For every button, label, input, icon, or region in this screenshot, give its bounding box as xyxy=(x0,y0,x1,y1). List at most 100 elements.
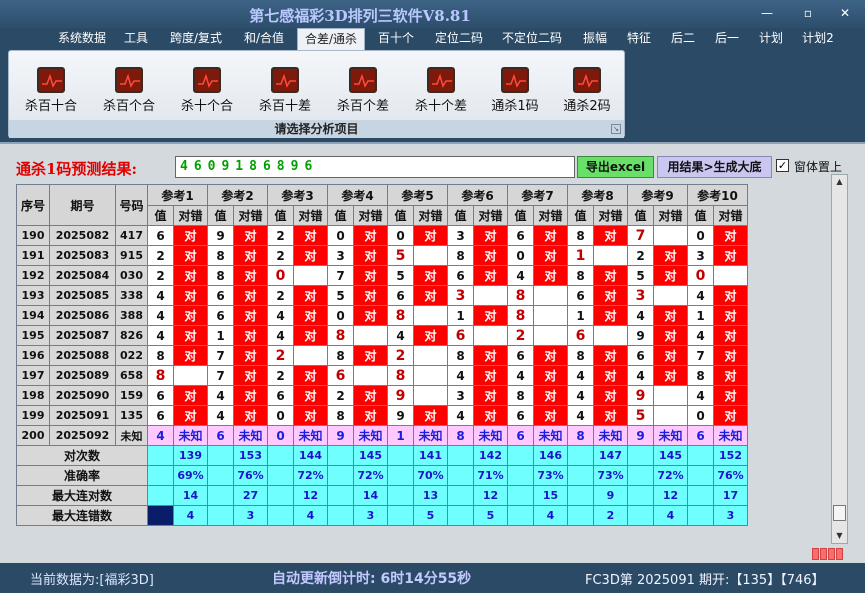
col-header-value[interactable]: 值 xyxy=(207,205,234,226)
hit-cell: 对 xyxy=(713,405,748,426)
tool-kill-bg-sum[interactable]: 杀百个合 xyxy=(93,67,165,117)
vertical-scrollbar[interactable]: ▲ ▼ xyxy=(831,174,848,544)
value-cell: 3 xyxy=(447,225,474,246)
menu-system-data[interactable]: 系统数据 xyxy=(50,28,114,50)
stats-value: 142 xyxy=(473,445,508,466)
tool-kill-bs-diff[interactable]: 杀百十差 xyxy=(249,67,321,117)
col-header-ref[interactable]: 参考2 xyxy=(207,184,268,206)
col-header-value[interactable]: 值 xyxy=(507,205,534,226)
menu-position-two[interactable]: 定位二码 xyxy=(428,28,490,50)
col-header-seq[interactable]: 序号 xyxy=(16,184,50,226)
value-cell: 2 xyxy=(507,325,534,346)
col-header-ref[interactable]: 参考4 xyxy=(327,184,388,206)
export-excel-button[interactable]: 导出excel xyxy=(577,156,654,178)
table-row[interactable]: 196 2025088 022 8 对 7 对 2 8 对 2 8 对 6 对 8 对 6 对 7 对 xyxy=(16,345,748,366)
value-cell: 3 xyxy=(447,385,474,406)
stats-spacer xyxy=(627,465,654,486)
menu-nonposition-two[interactable]: 不定位二码 xyxy=(496,28,568,50)
tool-kill-sg-diff[interactable]: 杀十个差 xyxy=(405,67,477,117)
col-header-hit[interactable]: 对错 xyxy=(593,205,628,226)
table-row[interactable]: 192 2025084 030 2 对 8 对 0 7 对 5 对 6 对 4 对 8 对 5 对 0 xyxy=(16,265,748,286)
col-header-hit[interactable]: 对错 xyxy=(653,205,688,226)
menu-features[interactable]: 特征 xyxy=(620,28,658,50)
menu-amplitude[interactable]: 振幅 xyxy=(576,28,614,50)
tool-kill-sg-sum[interactable]: 杀十个合 xyxy=(171,67,243,117)
pending-row[interactable]: 200 2025092 未知 4 未知 6 未知 0 未知 9 未知 1 未知 8 未知 6 未知 8 未知 9 未知 6… xyxy=(16,425,748,446)
menu-diff-kill[interactable]: 合差/通杀 xyxy=(297,28,365,50)
col-header-value[interactable]: 值 xyxy=(627,205,654,226)
menu-last-one[interactable]: 后一 xyxy=(708,28,746,50)
col-header-ref[interactable]: 参考9 xyxy=(627,184,688,206)
col-header-hit[interactable]: 对错 xyxy=(533,205,568,226)
stats-spacer xyxy=(627,485,654,506)
hit-cell xyxy=(413,385,448,406)
table-row[interactable]: 191 2025083 915 2 对 8 对 2 对 3 对 5 8 对 0 对 1 2 对 3 对 xyxy=(16,245,748,266)
menu-span-multi[interactable]: 跨度/复式 xyxy=(162,28,230,50)
minimize-button[interactable]: — xyxy=(756,4,778,22)
value-cell: 9 xyxy=(387,405,414,426)
hit-cell: 对 xyxy=(713,305,748,326)
hit-cell: 对 xyxy=(653,345,688,366)
col-header-ref[interactable]: 参考8 xyxy=(567,184,628,206)
value-cell: 6 xyxy=(507,425,534,446)
menu-plan2[interactable]: 计划2 xyxy=(796,28,840,50)
col-header-ref[interactable]: 参考5 xyxy=(387,184,448,206)
table-row[interactable]: 197 2025089 658 8 7 对 2 对 6 8 4 对 4 对 4 对 4 对 8 对 xyxy=(16,365,748,386)
col-header-value[interactable]: 值 xyxy=(147,205,174,226)
table-row[interactable]: 199 2025091 135 6 对 4 对 0 对 8 对 9 对 4 对 6 对 4 对 5 0 对 xyxy=(16,405,748,426)
hit-cell: 对 xyxy=(173,285,208,306)
stats-value: 4 xyxy=(173,505,208,526)
table-row[interactable]: 193 2025085 338 4 对 6 对 2 对 5 对 6 对 3 8 6 对 3 4 对 xyxy=(16,285,748,306)
tool-kill-one-code[interactable]: 通杀1码 xyxy=(479,67,551,117)
table-row[interactable]: 190 2025082 417 6 对 9 对 2 对 0 对 0 对 3 对 6 对 8 对 7 0 对 xyxy=(16,225,748,246)
col-header-ref[interactable]: 参考7 xyxy=(507,184,568,206)
generate-base-button[interactable]: 用结果>生成大底 xyxy=(657,156,772,178)
hit-cell: 对 xyxy=(413,405,448,426)
col-header-ref[interactable]: 参考10 xyxy=(687,184,748,206)
always-on-top-checkbox[interactable]: ✓ xyxy=(776,159,789,172)
col-header-ref[interactable]: 参考3 xyxy=(267,184,328,206)
menu-plan[interactable]: 计划 xyxy=(752,28,790,50)
menu-sum-values[interactable]: 和/合值 xyxy=(236,28,292,50)
value-cell: 8 xyxy=(567,265,594,286)
scroll-up-icon[interactable]: ▲ xyxy=(833,175,846,189)
restore-button[interactable]: ▫ xyxy=(797,4,819,22)
tool-kill-two-code[interactable]: 通杀2码 xyxy=(551,67,623,117)
table-row[interactable]: 198 2025090 159 6 对 4 对 6 对 2 对 9 3 对 8 对 4 对 9 4 对 xyxy=(16,385,748,406)
col-header-ref[interactable]: 参考6 xyxy=(447,184,508,206)
prediction-value[interactable]: 4609186896 xyxy=(175,156,575,178)
col-header-value[interactable]: 值 xyxy=(687,205,714,226)
close-button[interactable]: ✕ xyxy=(834,4,856,22)
menu-last-two[interactable]: 后二 xyxy=(664,28,702,50)
table-row[interactable]: 194 2025086 388 4 对 6 对 4 对 0 对 8 1 对 8 1 对 4 对 1 对 xyxy=(16,305,748,326)
col-header-value[interactable]: 值 xyxy=(387,205,414,226)
col-header-hit[interactable]: 对错 xyxy=(353,205,388,226)
scroll-thumb[interactable] xyxy=(833,505,846,521)
tool-kill-bg-diff[interactable]: 杀百个差 xyxy=(327,67,399,117)
col-header-value[interactable]: 值 xyxy=(327,205,354,226)
scroll-down-icon[interactable]: ▼ xyxy=(833,529,846,543)
col-header-hit[interactable]: 对错 xyxy=(293,205,328,226)
value-cell: 7 xyxy=(327,265,354,286)
col-header-hit[interactable]: 对错 xyxy=(173,205,208,226)
menu-tools[interactable]: 工具 xyxy=(118,28,154,50)
col-header-issue[interactable]: 期号 xyxy=(49,184,116,226)
table-row[interactable]: 195 2025087 826 4 对 1 对 4 对 8 4 对 6 2 6 9 对 4 对 xyxy=(16,325,748,346)
col-header-hit[interactable]: 对错 xyxy=(713,205,748,226)
col-header-value[interactable]: 值 xyxy=(267,205,294,226)
stats-value: 5 xyxy=(473,505,508,526)
update-countdown: 自动更新倒计时: 6时14分55秒 xyxy=(272,571,472,587)
value-cell: 6 xyxy=(447,325,474,346)
col-header-hit[interactable]: 对错 xyxy=(233,205,268,226)
menu-hundreds-tens-units[interactable]: 百十个 xyxy=(372,28,420,50)
col-header-ref[interactable]: 参考1 xyxy=(147,184,208,206)
dialog-launcher-icon[interactable]: ↘ xyxy=(611,124,621,134)
value-cell: 4 xyxy=(147,285,174,306)
value-cell: 4 xyxy=(567,385,594,406)
tool-kill-bs-sum[interactable]: 杀百十合 xyxy=(15,67,87,117)
col-header-hit[interactable]: 对错 xyxy=(473,205,508,226)
col-header-hit[interactable]: 对错 xyxy=(413,205,448,226)
col-header-value[interactable]: 值 xyxy=(447,205,474,226)
col-header-value[interactable]: 值 xyxy=(567,205,594,226)
col-header-code[interactable]: 号码 xyxy=(115,184,148,226)
